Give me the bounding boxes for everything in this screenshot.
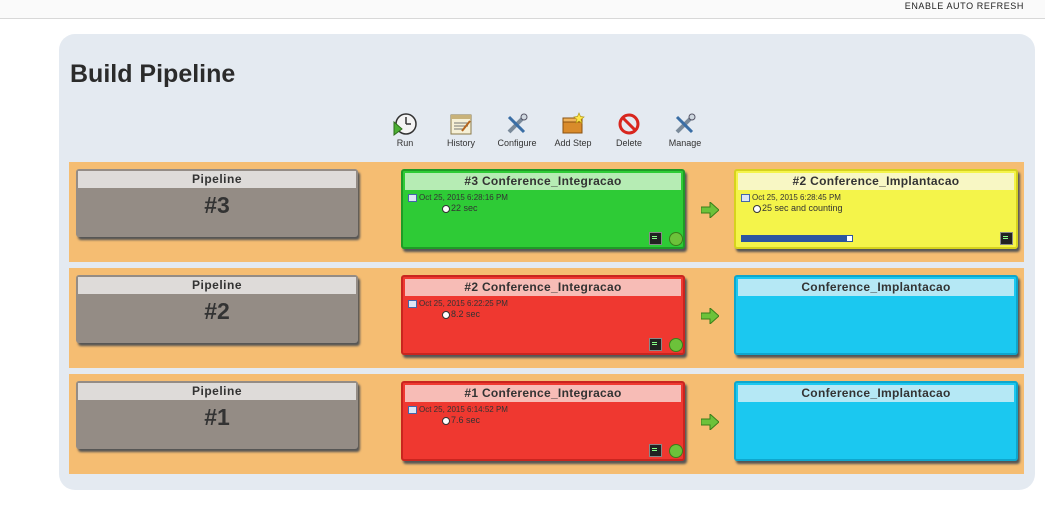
console-icon[interactable]	[1000, 232, 1013, 245]
build-progress-fill	[742, 236, 847, 241]
add-step-label: Add Step	[554, 138, 592, 148]
delete-button[interactable]: Delete	[602, 112, 656, 148]
arrow-right-icon	[701, 202, 719, 218]
add-step-icon	[562, 112, 585, 134]
console-icon[interactable]	[649, 232, 662, 245]
console-icon[interactable]	[649, 444, 662, 457]
pipeline-row: Pipeline #3 #3 Conference_Integracao Oct…	[69, 162, 1024, 262]
pipeline-label: Pipeline	[78, 383, 356, 400]
build-card-integracao[interactable]: #1 Conference_Integracao Oct 25, 2015 6:…	[401, 381, 685, 461]
rerun-icon[interactable]	[669, 338, 683, 352]
build-duration: 7.6 sec	[451, 415, 481, 425]
build-card-implantacao[interactable]: Conference_Implantacao	[734, 381, 1018, 461]
run-button[interactable]: Run	[378, 112, 432, 148]
build-date: Oct 25, 2015 6:28:45 PM	[752, 193, 841, 202]
enable-auto-refresh-link[interactable]: ENABLE AUTO REFRESH	[905, 1, 1024, 11]
history-button[interactable]: History	[434, 112, 488, 148]
build-title[interactable]: #2 Conference_Implantacao	[738, 173, 1014, 190]
pipeline-label: Pipeline	[78, 171, 356, 188]
delete-icon	[618, 113, 640, 135]
calendar-icon	[408, 193, 417, 202]
build-card-implantacao[interactable]: Conference_Implantacao	[734, 275, 1018, 355]
calendar-icon	[408, 299, 417, 308]
build-title[interactable]: #1 Conference_Integracao	[405, 385, 681, 402]
calendar-icon	[741, 193, 750, 202]
delete-label: Delete	[615, 138, 642, 148]
configure-label: Configure	[497, 138, 537, 148]
history-label: History	[446, 138, 475, 148]
build-date: Oct 25, 2015 6:22:25 PM	[419, 299, 508, 308]
rerun-icon[interactable]	[669, 232, 683, 246]
build-title[interactable]: Conference_Implantacao	[738, 279, 1014, 296]
clock-icon	[442, 416, 450, 425]
run-label: Run	[396, 138, 414, 148]
clock-icon	[442, 204, 450, 213]
clock-icon	[442, 310, 450, 319]
build-card-implantacao[interactable]: #2 Conference_Implantacao Oct 25, 2015 6…	[734, 169, 1018, 249]
calendar-icon	[408, 405, 417, 414]
build-card-integracao[interactable]: #3 Conference_Integracao Oct 25, 2015 6:…	[401, 169, 685, 249]
build-duration: 25 sec and counting	[762, 203, 843, 213]
pipeline-number: #3	[204, 192, 230, 218]
build-date: Oct 25, 2015 6:14:52 PM	[419, 405, 508, 414]
configure-icon	[507, 113, 528, 134]
pipeline-card[interactable]: Pipeline #1	[76, 381, 358, 449]
build-title[interactable]: Conference_Implantacao	[738, 385, 1014, 402]
pipeline-row: Pipeline #2 #2 Conference_Integracao Oct…	[69, 268, 1024, 368]
add-step-button[interactable]: Add Step	[546, 112, 600, 148]
pipeline-card[interactable]: Pipeline #2	[76, 275, 358, 343]
pipeline-number: #1	[204, 404, 230, 430]
history-icon	[450, 114, 472, 135]
run-icon	[393, 113, 417, 136]
configure-button[interactable]: Configure	[490, 112, 544, 148]
top-bar: ENABLE AUTO REFRESH	[0, 0, 1045, 19]
build-date: Oct 25, 2015 6:28:16 PM	[419, 193, 508, 202]
build-duration: 8.2 sec	[451, 309, 481, 319]
build-progress-bar	[741, 235, 853, 242]
console-icon[interactable]	[649, 338, 662, 351]
manage-icon	[675, 113, 696, 134]
pipeline-card[interactable]: Pipeline #3	[76, 169, 358, 237]
manage-label: Manage	[668, 138, 702, 148]
build-duration: 22 sec	[451, 203, 478, 213]
pipeline-label: Pipeline	[78, 277, 356, 294]
clock-icon	[753, 204, 761, 213]
pipeline-row: Pipeline #1 #1 Conference_Integracao Oct…	[69, 374, 1024, 474]
rerun-icon[interactable]	[669, 444, 683, 458]
page-title: Build Pipeline	[70, 60, 236, 88]
build-title[interactable]: #3 Conference_Integracao	[405, 173, 681, 190]
arrow-right-icon	[701, 308, 719, 324]
pipeline-number: #2	[204, 298, 230, 324]
arrow-right-icon	[701, 414, 719, 430]
build-card-integracao[interactable]: #2 Conference_Integracao Oct 25, 2015 6:…	[401, 275, 685, 355]
build-title[interactable]: #2 Conference_Integracao	[405, 279, 681, 296]
manage-button[interactable]: Manage	[658, 112, 712, 148]
